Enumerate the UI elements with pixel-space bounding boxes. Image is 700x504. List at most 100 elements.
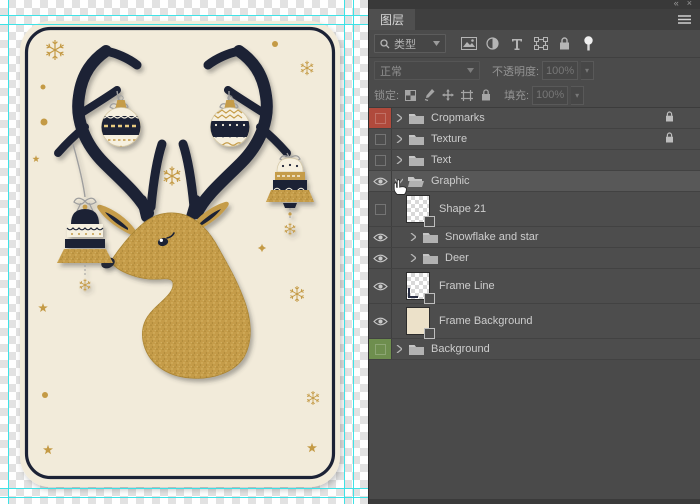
chevron-down-icon (433, 41, 440, 46)
group-folder-icon (406, 133, 426, 145)
visibility-toggle[interactable] (369, 108, 392, 128)
group-folder-icon (420, 252, 440, 264)
layer-list: Cropmarks Texture Text Graphic Shape 21 Snowf… (369, 108, 700, 360)
lock-icon (665, 132, 674, 143)
layer-lock-icon (665, 132, 674, 146)
lock-all-icon[interactable] (478, 87, 494, 103)
filter-toggle-icon[interactable] (578, 34, 599, 53)
fill-dropdown-arrow[interactable]: ▾ (571, 86, 584, 105)
folder-open-icon (407, 175, 425, 187)
layer-row-frame-line[interactable]: Frame Line (369, 269, 700, 304)
visibility-toggle[interactable] (369, 171, 392, 191)
panel-close-icon[interactable]: × (687, 0, 692, 7)
visibility-toggle[interactable] (369, 269, 392, 303)
expand-toggle[interactable] (392, 135, 406, 143)
eye-empty-box (375, 155, 386, 166)
fill-value[interactable]: 100% (532, 86, 568, 105)
filter-type-label: 类型 (394, 36, 416, 52)
tab-layers[interactable]: 图层 (369, 9, 415, 30)
text-filter-icon[interactable] (506, 34, 527, 53)
fill-label: 填充: (504, 87, 529, 103)
filter-row: 类型 (369, 30, 700, 58)
dot-decoration (272, 41, 278, 47)
chevron-down-icon (467, 68, 474, 73)
layer-row-snowflake-and-star[interactable]: Snowflake and star (369, 227, 700, 248)
smart-object-filter-icon[interactable] (554, 34, 575, 53)
visibility-toggle[interactable] (369, 129, 392, 149)
guide-horizontal[interactable] (0, 488, 368, 489)
group-folder-icon (420, 231, 440, 243)
layer-name[interactable]: Texture (431, 133, 467, 145)
layer-name[interactable]: Deer (445, 252, 469, 264)
eye-empty-box (375, 344, 386, 355)
panel-menu-icon[interactable] (678, 9, 700, 30)
layer-row-text[interactable]: Text (369, 150, 700, 171)
visibility-toggle[interactable] (369, 150, 392, 170)
lock-transparency-icon[interactable] (402, 87, 418, 103)
panel-titlebar: « × (369, 0, 700, 9)
lock-pixels-icon[interactable] (421, 87, 437, 103)
opacity-dropdown-arrow[interactable]: ▾ (581, 61, 594, 80)
folder-icon (408, 112, 425, 124)
layer-name[interactable]: Frame Background (439, 315, 533, 327)
visibility-toggle[interactable] (369, 248, 392, 268)
eye-icon (373, 233, 388, 242)
layer-name[interactable]: Text (431, 154, 451, 166)
layer-name[interactable]: Graphic (431, 175, 470, 187)
eye-icon (373, 254, 388, 263)
eye-empty-box (375, 134, 386, 145)
group-folder-icon (406, 343, 426, 355)
layer-name[interactable]: Shape 21 (439, 203, 486, 215)
layer-thumbnail[interactable] (406, 272, 430, 300)
panel-tabbar: 图层 (369, 9, 700, 30)
lock-artboard-icon[interactable] (459, 87, 475, 103)
layer-name[interactable]: Snowflake and star (445, 231, 539, 243)
guide-vertical[interactable] (344, 0, 345, 504)
opacity-label: 不透明度: (492, 63, 539, 79)
folder-icon (408, 133, 425, 145)
guide-vertical[interactable] (353, 0, 354, 504)
layer-name[interactable]: Frame Line (439, 280, 495, 292)
visibility-toggle[interactable] (369, 192, 392, 226)
visibility-toggle[interactable] (369, 227, 392, 247)
expand-toggle[interactable] (406, 233, 420, 241)
expand-toggle[interactable] (392, 178, 406, 184)
chevron-right-icon (396, 345, 402, 353)
layer-row-shape-21[interactable]: Shape 21 (369, 192, 700, 227)
guide-horizontal[interactable] (0, 15, 368, 16)
layer-row-texture[interactable]: Texture (369, 129, 700, 150)
visibility-toggle[interactable] (369, 339, 392, 359)
shape-filter-icon[interactable] (530, 34, 551, 53)
layer-thumbnail[interactable] (406, 195, 430, 223)
blend-mode-value: 正常 (380, 63, 402, 79)
guide-vertical[interactable] (8, 0, 9, 504)
thumbnail-line-detail (408, 288, 418, 298)
expand-toggle[interactable] (392, 345, 406, 353)
layer-thumbnail[interactable] (406, 307, 430, 335)
layer-row-cropmarks[interactable]: Cropmarks (369, 108, 700, 129)
lock-position-icon[interactable] (440, 87, 456, 103)
document-canvas[interactable] (0, 0, 368, 504)
layer-row-background[interactable]: Background (369, 339, 700, 360)
blend-mode-dropdown[interactable]: 正常 (374, 61, 480, 80)
eye-icon (373, 177, 388, 186)
group-folder-icon (406, 175, 426, 187)
opacity-value[interactable]: 100% (542, 61, 578, 80)
folder-icon (422, 252, 439, 264)
layer-name[interactable]: Cropmarks (431, 112, 485, 124)
lock-label: 锁定: (374, 87, 399, 103)
visibility-toggle[interactable] (369, 304, 392, 338)
layer-row-graphic[interactable]: Graphic (369, 171, 700, 192)
layer-name[interactable]: Background (431, 343, 490, 355)
image-filter-icon[interactable] (458, 34, 479, 53)
adjustment-filter-icon[interactable] (482, 34, 503, 53)
guide-horizontal[interactable] (0, 497, 368, 498)
expand-toggle[interactable] (392, 156, 406, 164)
guide-horizontal[interactable] (0, 24, 368, 25)
filter-type-dropdown[interactable]: 类型 (374, 34, 446, 53)
expand-toggle[interactable] (392, 114, 406, 122)
layer-row-deer[interactable]: Deer (369, 248, 700, 269)
layer-row-frame-background[interactable]: Frame Background (369, 304, 700, 339)
panel-collapse-icon[interactable]: « (674, 0, 679, 7)
expand-toggle[interactable] (406, 254, 420, 262)
